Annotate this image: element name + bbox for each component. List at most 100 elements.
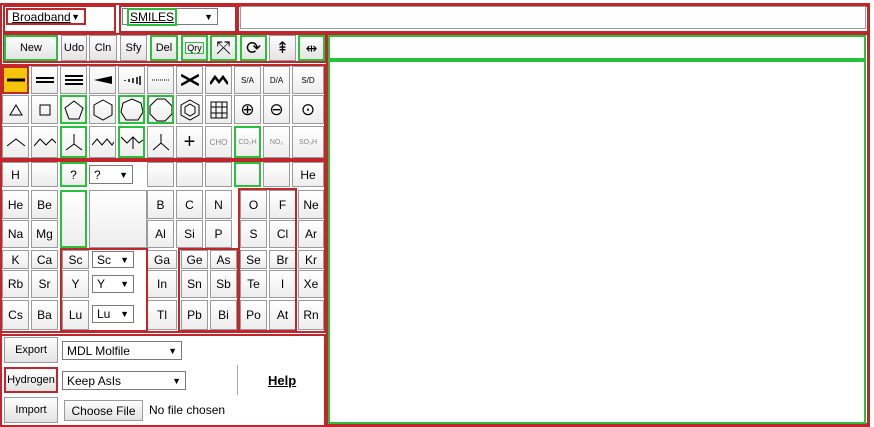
negative-charge-icon[interactable]: ⊖ xyxy=(263,95,290,124)
import-button[interactable]: Import xyxy=(4,397,58,423)
chevron-down-icon: ▼ xyxy=(204,11,213,22)
hash-bond-tool[interactable] xyxy=(118,66,145,94)
pentyl-fragment-icon[interactable] xyxy=(89,126,116,158)
cyclopentane-tool[interactable] xyxy=(60,95,87,124)
canvas-header xyxy=(328,35,866,60)
element-tl[interactable]: Tl xyxy=(147,300,177,330)
broadband-select[interactable]: Broadband ▼ xyxy=(6,8,86,25)
grid-icon[interactable] xyxy=(205,95,232,124)
element-he[interactable]: He xyxy=(292,162,324,187)
element-empty xyxy=(176,162,203,187)
element-be[interactable]: Be xyxy=(31,190,58,219)
format-select[interactable]: SMILES ▼ xyxy=(122,7,218,26)
tbutyl-fragment-icon[interactable] xyxy=(60,126,87,158)
delete-button[interactable]: Del xyxy=(150,35,178,61)
element-al[interactable]: Al xyxy=(147,220,174,248)
divider xyxy=(237,365,238,395)
element-xe[interactable]: Xe xyxy=(298,270,324,298)
triple-bond-tool[interactable] xyxy=(60,66,87,94)
element-p[interactable]: P xyxy=(205,220,232,248)
element-empty xyxy=(234,162,261,187)
element-empty xyxy=(89,190,147,248)
element-any[interactable]: ? xyxy=(60,162,87,187)
co2h-fragment[interactable]: CO₂H xyxy=(234,126,261,158)
drawing-canvas[interactable] xyxy=(328,60,866,424)
plus-fragment-icon[interactable]: + xyxy=(176,126,203,158)
element-ne[interactable]: Ne xyxy=(298,190,324,219)
cycloheptane-tool[interactable] xyxy=(118,95,145,124)
positive-charge-icon[interactable]: ⊕ xyxy=(234,95,261,124)
butyl-fragment-icon[interactable] xyxy=(31,126,58,158)
element-na[interactable]: Na xyxy=(2,220,29,248)
chevron-down-icon: ▼ xyxy=(119,169,128,180)
rotate-icon[interactable]: ⟳ xyxy=(240,35,267,61)
no2-fragment[interactable]: NO₂ xyxy=(263,126,290,158)
cyclopropane-tool[interactable] xyxy=(2,95,29,124)
choose-file-button[interactable]: Choose File xyxy=(64,400,143,421)
chevron-down-icon: ▼ xyxy=(168,345,177,356)
element-empty xyxy=(147,162,174,187)
element-ba[interactable]: Ba xyxy=(31,300,58,330)
element-kr[interactable]: Kr xyxy=(298,250,324,269)
simplify-button[interactable]: Sfy xyxy=(120,35,147,61)
clean-button[interactable]: Cln xyxy=(89,35,117,61)
cho-fragment[interactable]: CHO xyxy=(205,126,232,158)
element-k[interactable]: K xyxy=(2,250,29,269)
cut-bond-icon[interactable] xyxy=(176,66,203,94)
da-bond-tool[interactable]: D/A xyxy=(263,66,290,94)
flip-vertical-icon[interactable]: ⇞ xyxy=(269,35,296,61)
chain-tool-icon[interactable] xyxy=(205,66,232,94)
element-si[interactable]: Si xyxy=(176,220,203,248)
group-outline xyxy=(60,248,148,332)
element-in[interactable]: In xyxy=(147,270,177,298)
chevron-down-icon: ▼ xyxy=(172,375,181,386)
element-empty xyxy=(205,162,232,187)
double-bond-tool[interactable] xyxy=(31,66,58,94)
radical-icon[interactable]: ⊙ xyxy=(292,95,324,124)
cyclobutane-tool[interactable] xyxy=(31,95,58,124)
new-button[interactable]: New xyxy=(4,35,58,61)
move-icon[interactable]: ⤧ xyxy=(210,35,237,61)
element-h[interactable]: H xyxy=(2,162,29,187)
element-ar[interactable]: Ar xyxy=(298,220,324,248)
sa-bond-tool[interactable]: S/A xyxy=(234,66,261,94)
element-empty xyxy=(263,162,290,187)
hydrogen-option-select[interactable]: Keep AsIs ▼ xyxy=(62,371,186,390)
chevron-down-icon: ▼ xyxy=(71,11,80,22)
element-mg[interactable]: Mg xyxy=(31,220,58,248)
element-sr[interactable]: Sr xyxy=(31,270,58,298)
export-format-select[interactable]: MDL Molfile ▼ xyxy=(62,341,182,360)
element-empty xyxy=(60,190,87,248)
any-bond-tool[interactable] xyxy=(147,66,174,94)
query-button[interactable]: Qry xyxy=(181,35,208,61)
element-empty xyxy=(31,162,58,187)
element-rn[interactable]: Rn xyxy=(298,300,324,330)
element-cs[interactable]: Cs xyxy=(2,300,29,330)
so3h-fragment[interactable]: SO₃H xyxy=(292,126,324,158)
sd-bond-tool[interactable]: S/D xyxy=(292,66,324,94)
propyl-fragment-icon[interactable] xyxy=(2,126,29,158)
cyclohexane-tool[interactable] xyxy=(89,95,116,124)
group-outline xyxy=(238,188,297,332)
file-status-label: No file chosen xyxy=(149,403,226,417)
export-button[interactable]: Export xyxy=(4,337,58,363)
element-ga[interactable]: Ga xyxy=(147,250,177,269)
element-ca[interactable]: Ca xyxy=(31,250,58,269)
element-rb[interactable]: Rb xyxy=(2,270,29,298)
flip-horizontal-icon[interactable]: ⇹ xyxy=(298,35,325,61)
cyclooctane-tool[interactable] xyxy=(147,95,174,124)
wedge-bond-tool[interactable] xyxy=(89,66,116,94)
undo-button[interactable]: Udo xyxy=(61,35,87,61)
help-link[interactable]: Help xyxy=(268,373,296,388)
element-n[interactable]: N xyxy=(205,190,232,219)
element-list-select[interactable]: ? ▼ xyxy=(89,165,133,184)
branched-fragment-icon[interactable] xyxy=(147,126,174,158)
hydrogen-button[interactable]: Hydrogen xyxy=(4,367,58,393)
element-c[interactable]: C xyxy=(176,190,203,219)
isopropyl-fragment-icon[interactable] xyxy=(118,126,145,158)
smiles-input[interactable] xyxy=(240,6,866,29)
element-he[interactable]: He xyxy=(2,190,29,219)
single-bond-tool[interactable] xyxy=(2,66,29,94)
benzene-tool[interactable] xyxy=(176,95,203,124)
element-b[interactable]: B xyxy=(147,190,174,219)
